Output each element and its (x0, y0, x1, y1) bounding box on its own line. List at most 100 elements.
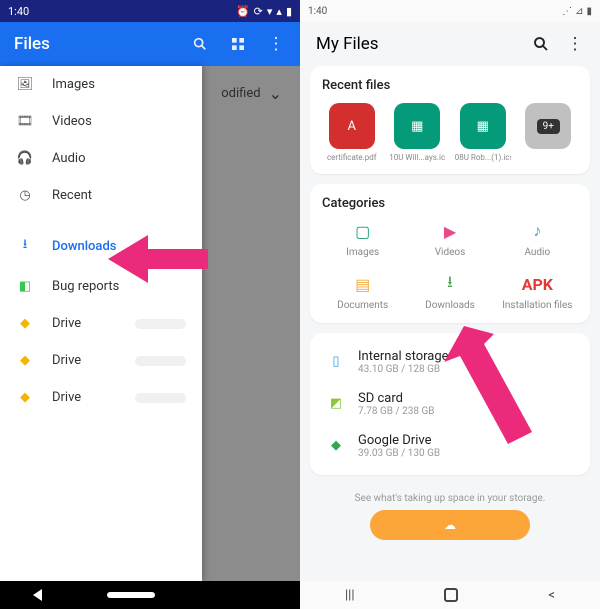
drive-account-placeholder (135, 356, 186, 366)
category-label: Downloads (425, 300, 475, 311)
signal-icon: ▾ (267, 5, 273, 18)
drawer-label: Images (52, 77, 95, 92)
nav-bar: ||| < (300, 581, 600, 609)
calendar-icon: ▦ (394, 103, 440, 149)
category-videos[interactable]: ▶ Videos (409, 221, 490, 258)
back-button[interactable] (33, 589, 42, 601)
right-phone: 1:40 ⋰ ⊿ ▮ My Files ⋮ Recent files A cer… (300, 0, 600, 609)
audio-icon: ♪ (527, 221, 547, 241)
storage-sdcard[interactable]: ◩ SD card 7.78 GB / 238 GB (322, 383, 578, 425)
drawer-label: Drive (52, 390, 81, 405)
nav-bar (0, 581, 300, 609)
image-icon: 🖼 (16, 77, 34, 92)
apk-icon: APK (527, 274, 547, 294)
pdf-icon: A (329, 103, 375, 149)
home-button[interactable] (444, 588, 458, 602)
storage-name: SD card (358, 391, 435, 406)
wifi-icon: ▴ (276, 5, 282, 18)
storage-internal[interactable]: ▯ Internal storage 43.10 GB / 128 GB (322, 341, 578, 383)
drawer-item-images[interactable]: 🖼 Images (0, 66, 202, 103)
drawer-item-bug-reports[interactable]: ◧ Bug reports (0, 268, 202, 305)
storage-drive[interactable]: ◆ Google Drive 39.03 GB / 130 GB (322, 425, 578, 467)
recent-label: 08U Rob...(1).ics (455, 153, 511, 162)
status-time: 1:40 (8, 5, 29, 18)
drawer-item-drive[interactable]: ◆ Drive (0, 342, 202, 379)
home-button[interactable] (107, 592, 155, 598)
drawer-label: Recent (52, 188, 92, 203)
more-badge: 9+ (537, 119, 560, 134)
category-label: Audio (524, 247, 550, 258)
categories-card: Categories ▢ Images ▶ Videos ♪ Audio ▤ D… (310, 184, 590, 323)
category-label: Documents (337, 300, 388, 311)
recents-button[interactable]: ||| (345, 588, 355, 603)
sdcard-icon: ◩ (324, 391, 348, 415)
video-icon: 🎞 (16, 114, 34, 129)
storage-meta: 7.78 GB / 238 GB (358, 406, 435, 417)
cloud-icon: ☁ (444, 518, 456, 532)
drawer-item-recent[interactable]: ◷ Recent (0, 177, 202, 214)
search-icon[interactable] (190, 36, 210, 52)
app-bar: My Files ⋮ (300, 22, 600, 66)
drive-icon: ◆ (324, 433, 348, 457)
app-title: My Files (316, 34, 379, 54)
drawer-item-audio[interactable]: 🎧 Audio (0, 140, 202, 177)
category-label: Installation files (502, 300, 572, 311)
drawer-item-drive[interactable]: ◆ Drive (0, 305, 202, 342)
image-icon: ▢ (353, 221, 373, 241)
storage-card: ▯ Internal storage 43.10 GB / 128 GB ◩ S… (310, 333, 590, 475)
drive-account-placeholder (135, 393, 186, 403)
drawer-item-drive[interactable]: ◆ Drive (0, 379, 202, 416)
categories-title: Categories (322, 196, 578, 211)
android-icon: ◧ (16, 279, 34, 294)
recent-label: 10U Will...ays.ics (389, 153, 445, 162)
category-label: Videos (435, 247, 466, 258)
status-bar: 1:40 ⏰ ⟳ ▾ ▴ ▮ (0, 0, 300, 22)
audio-icon: 🎧 (16, 151, 34, 166)
recent-item-more[interactable]: 9+ (519, 103, 579, 162)
drawer-label: Audio (52, 151, 85, 166)
drawer-item-downloads[interactable]: ⭳ Downloads (0, 224, 202, 268)
status-time: 1:40 (308, 6, 327, 17)
drive-icon: ◆ (16, 316, 34, 331)
drawer-label: Bug reports (52, 279, 119, 294)
drawer-item-videos[interactable]: 🎞 Videos (0, 103, 202, 140)
more-icon[interactable]: ⋮ (566, 34, 584, 54)
more-icon[interactable]: ⋮ (266, 34, 286, 54)
battery-icon: ▮ (586, 6, 592, 17)
battery-icon: ▮ (286, 5, 292, 18)
recent-item[interactable]: A certificate.pdf (322, 103, 382, 162)
drawer-label: Drive (52, 353, 81, 368)
drawer-label: Videos (52, 114, 92, 129)
storage-name: Internal storage (358, 349, 449, 364)
search-icon[interactable] (532, 35, 550, 53)
drawer-label: Drive (52, 316, 81, 331)
drive-icon: ◆ (16, 390, 34, 405)
back-button[interactable]: < (548, 588, 555, 603)
category-audio[interactable]: ♪ Audio (497, 221, 578, 258)
app-title: Files (14, 34, 50, 54)
recent-icon: ◷ (16, 188, 34, 203)
recent-item[interactable]: ▦ 10U Will...ays.ics (388, 103, 448, 162)
category-documents[interactable]: ▤ Documents (322, 274, 403, 311)
drive-account-placeholder (135, 319, 186, 329)
alarm-icon: ⏰ (236, 5, 250, 18)
calendar-icon: ▦ (460, 103, 506, 149)
phone-icon: ▯ (324, 349, 348, 373)
app-bar: Files ⋮ (0, 22, 300, 66)
download-icon: ⭳ (16, 235, 34, 257)
storage-meta: 39.03 GB / 130 GB (358, 448, 440, 459)
drawer-label: Downloads (52, 239, 116, 254)
navigation-drawer: 🖼 Images 🎞 Videos 🎧 Audio ◷ Recent ⭳ Dow… (0, 66, 202, 581)
storage-name: Google Drive (358, 433, 440, 448)
category-installation-files[interactable]: APK Installation files (497, 274, 578, 311)
status-bar: 1:40 ⋰ ⊿ ▮ (300, 0, 600, 22)
signal-icon: ⊿ (575, 6, 583, 17)
left-phone: 1:40 ⏰ ⟳ ▾ ▴ ▮ Files ⋮ odified ⌄ (0, 0, 300, 609)
analyze-storage-button[interactable]: ☁ (370, 510, 530, 540)
category-downloads[interactable]: ⭳ Downloads (409, 274, 490, 311)
recent-item[interactable]: ▦ 08U Rob...(1).ics (453, 103, 513, 162)
sync-icon: ⟳ (254, 5, 263, 18)
grid-view-icon[interactable] (228, 36, 248, 52)
category-images[interactable]: ▢ Images (322, 221, 403, 258)
category-label: Images (346, 247, 379, 258)
